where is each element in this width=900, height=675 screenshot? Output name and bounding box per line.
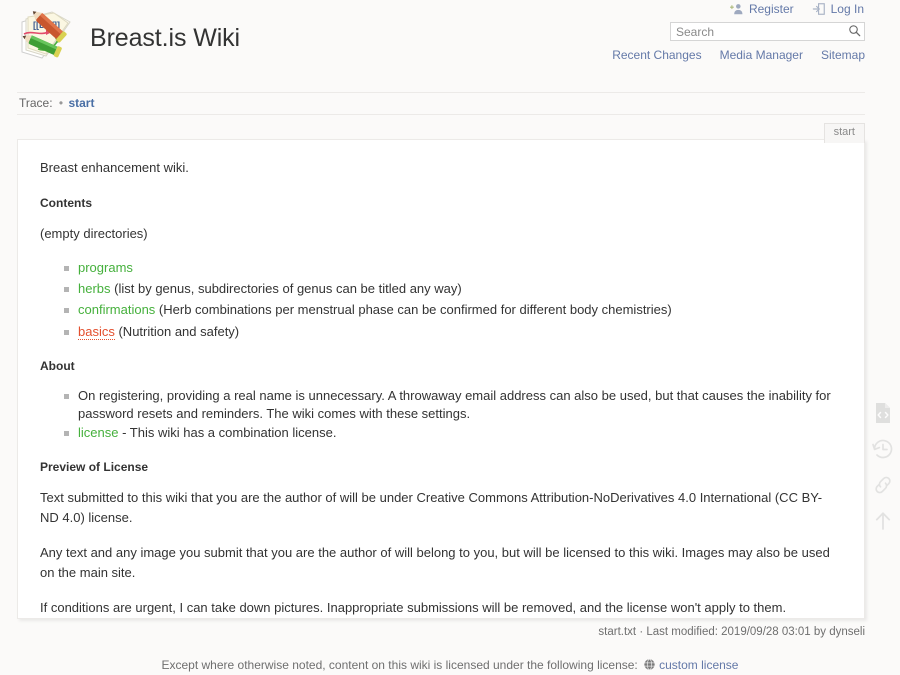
page-content: Breast enhancement wiki. Contents (empty… [17,139,865,619]
link-confirmations[interactable]: confirmations [78,302,155,317]
link-basics[interactable]: basics [78,323,115,340]
about-heading: About [40,358,75,373]
contents-list: programs herbs (list by genus, subdirect… [40,259,838,341]
list-item-text: (list by genus, subdirectories of genus … [110,281,462,297]
list-item-text: (Nutrition and safety) [114,323,240,339]
site-tools: Recent Changes Media Manager Sitemap [612,48,865,62]
contents-heading: Contents [40,195,92,210]
link-license[interactable]: license [78,425,118,440]
footer-license: Except where otherwise noted, content on… [0,658,900,674]
page-tab-start[interactable]: start [823,123,865,144]
dokuwiki-logo-icon: [[DW]] [16,8,76,68]
breadcrumb-label: Trace: [19,96,53,110]
login-icon [812,2,826,16]
media-manager-link[interactable]: Media Manager [720,48,803,62]
breadcrumb-separator: • [58,96,64,110]
link-herbs[interactable]: herbs [78,281,111,296]
search-form[interactable] [670,22,865,41]
register-label: Register [748,2,794,16]
search-button[interactable] [845,23,863,40]
link-programs[interactable]: programs [78,260,133,275]
preview-of-license-heading: Preview of License [40,460,149,475]
license-paragraph-1: Text submitted to this wiki that you are… [40,490,823,525]
sitemap-link[interactable]: Sitemap [821,48,865,62]
footer-license-text: Except where otherwise noted, content on… [161,658,638,672]
site-title: Breast.is Wiki [90,23,241,52]
empty-directories-note: (empty directories) [40,225,148,241]
old-revisions-icon[interactable] [870,436,896,462]
search-icon [848,24,861,40]
list-item: license - This wiki has a combination li… [64,424,838,442]
custom-license-link[interactable]: custom license [659,658,738,672]
site-brand-link[interactable]: [[DW]] [16,8,240,68]
list-item: herbs (list by genus, subdirectories of … [64,280,838,298]
globe-icon [643,658,656,674]
site-header: [[DW]] [0,0,900,90]
register-link[interactable]: Register [729,2,794,16]
license-paragraph-2: Any text and any image you submit that y… [40,545,830,580]
login-label: Log In [830,2,864,16]
license-paragraph-3: If conditions are urgent, I can take dow… [40,600,787,616]
user-tools: Register Log In [729,2,864,16]
search-input[interactable] [670,22,865,41]
back-to-top-icon[interactable] [870,508,896,534]
breadcrumb: Trace: • start [17,92,865,115]
list-item-text: (Herb combinations per menstrual phase c… [155,302,672,318]
show-pagesource-icon[interactable] [870,400,896,426]
list-item: On registering, providing a real name is… [64,387,838,423]
list-item-text: - This wiki has a combination license. [118,425,337,441]
recent-changes-link[interactable]: Recent Changes [612,48,701,62]
page-tools [870,400,896,534]
doc-info: start.txt · Last modified: 2019/09/28 03… [598,626,865,638]
wiki-page: [[DW]] [0,0,900,675]
list-item: programs [64,259,838,277]
about-list: On registering, providing a real name is… [40,387,838,443]
list-item: confirmations (Herb combinations per men… [64,301,838,319]
backlinks-icon[interactable] [870,472,896,498]
breadcrumb-item-start[interactable]: start [68,96,94,110]
intro-paragraph: Breast enhancement wiki. [40,160,189,175]
list-item: basics (Nutrition and safety) [64,323,838,341]
login-link[interactable]: Log In [812,2,864,16]
user-add-icon [729,2,744,16]
list-item-text: On registering, providing a real name is… [78,387,831,421]
